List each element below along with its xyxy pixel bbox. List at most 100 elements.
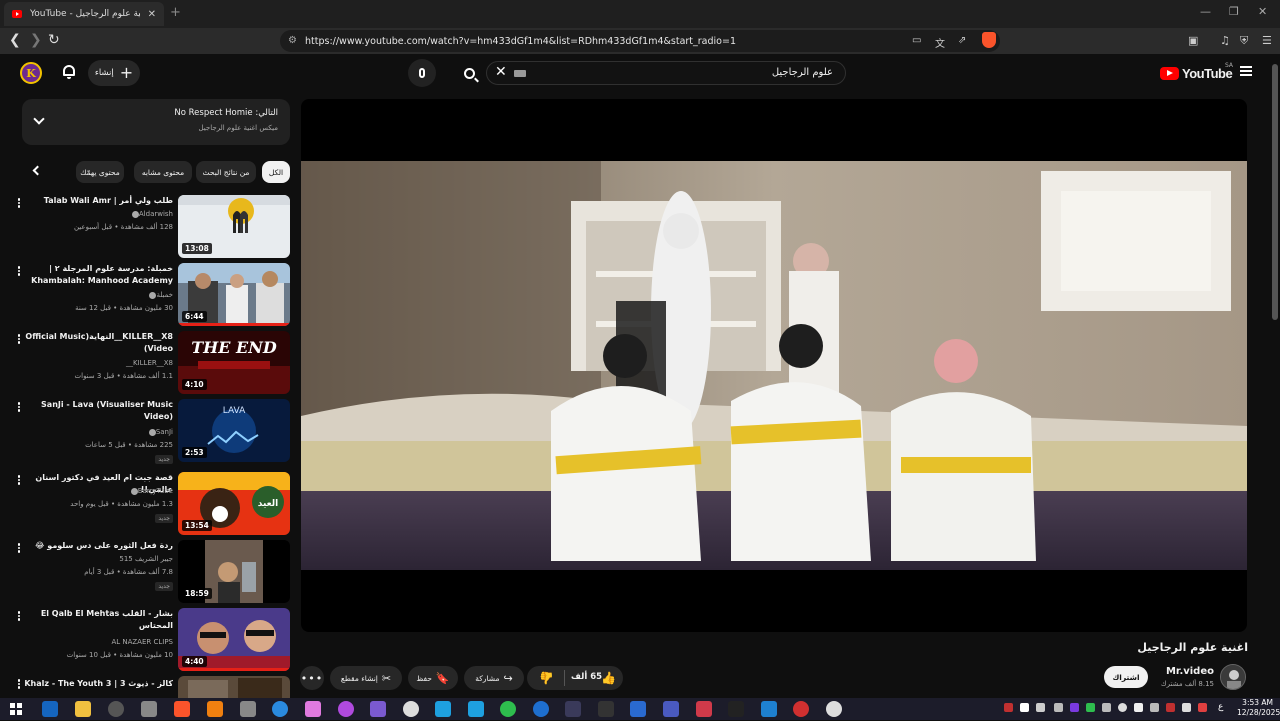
channel-avatar[interactable] <box>1220 664 1246 690</box>
more-actions-icon[interactable] <box>14 333 24 347</box>
more-actions-icon[interactable] <box>14 265 24 279</box>
brave-app-icon[interactable] <box>174 701 190 717</box>
channel-name[interactable]: جيبر الشريف 515 <box>119 555 173 563</box>
tray-app-icon[interactable] <box>1134 703 1143 712</box>
address-bar[interactable]: ⚙ https://www.youtube.com/watch?v=hm433d… <box>280 30 1000 52</box>
tab-close-icon[interactable]: ✕ <box>148 9 156 20</box>
dislike-button[interactable]: 👍 <box>539 671 554 685</box>
chip-related[interactable]: محتوى مشابه <box>134 161 192 183</box>
video-frame[interactable] <box>301 161 1247 570</box>
related-video-item[interactable]: LAVA 2:53 SanJi - Lava (Visualiser Music… <box>14 399 290 464</box>
start-windows-icon[interactable] <box>8 701 24 717</box>
related-video-item[interactable]: THE END 4:10 KILLER__X8__النهاية(Officia… <box>14 331 290 395</box>
chip-for-you[interactable]: محتوى يهمّك <box>76 161 124 183</box>
app-icon[interactable] <box>826 701 842 717</box>
video-thumbnail[interactable] <box>178 676 290 698</box>
more-actions-icon[interactable] <box>14 401 24 415</box>
more-actions-button[interactable]: ••• <box>300 666 324 690</box>
video-title[interactable]: طلب ولي أمر | Talab Wali Amr <box>23 195 173 207</box>
app-icon[interactable] <box>338 701 354 717</box>
close-window-button[interactable]: ✕ <box>1258 5 1267 18</box>
back-arrow-icon[interactable]: ❮ <box>9 32 21 48</box>
app-icon[interactable] <box>435 701 451 717</box>
clear-search-icon[interactable]: ✕ <box>495 64 507 80</box>
video-title[interactable]: KILLER__X8__النهاية(Official Music Video… <box>23 331 173 355</box>
app-icon[interactable] <box>403 701 419 717</box>
site-info-icon[interactable]: ⚙ <box>288 35 297 46</box>
guide-menu-icon[interactable] <box>1240 66 1252 76</box>
app-icon[interactable] <box>696 701 712 717</box>
like-icon[interactable]: 👍 <box>601 671 616 685</box>
clip-button[interactable]: إنشاء مقطع ✂ <box>330 666 402 690</box>
search-input[interactable]: علوم الرجاجيل <box>772 67 833 78</box>
tray-app-icon[interactable] <box>1086 703 1095 712</box>
restore-button[interactable]: ❐ <box>1229 5 1239 18</box>
headset-icon[interactable] <box>1054 703 1063 712</box>
voice-search-button[interactable] <box>408 59 436 87</box>
video-title[interactable]: خمبلة: مدرسة علوم المرجلة ٢ | Khambalah:… <box>23 263 173 289</box>
account-avatar[interactable]: K <box>20 62 42 84</box>
expand-chevron-icon[interactable] <box>33 113 45 125</box>
video-thumbnail[interactable]: 18:59 <box>178 540 290 603</box>
more-actions-icon[interactable] <box>14 542 24 556</box>
app-icon[interactable] <box>663 701 679 717</box>
search-box[interactable]: علوم الرجاجيل ✕ <box>486 61 846 85</box>
vlc-app-icon[interactable] <box>207 701 223 717</box>
channel-name[interactable]: BarryTube <box>129 487 173 495</box>
video-thumbnail[interactable]: 13:08 <box>178 195 290 258</box>
related-video-item[interactable]: العيد 13:54 قصة جبت ام العيد في دكتور اس… <box>14 472 290 536</box>
share-button[interactable]: مشاركة ↪ <box>464 666 524 690</box>
channel-name[interactable]: KILLER__X8__ <box>126 359 173 367</box>
video-thumbnail[interactable]: 6:44 <box>178 263 290 326</box>
app-icon[interactable] <box>761 701 777 717</box>
video-title[interactable]: كالز - ذيوث 3 | Khalz - The Youth 3 <box>23 678 173 690</box>
forward-arrow-icon[interactable]: ❯ <box>30 32 42 48</box>
tray-app-icon[interactable] <box>1198 703 1207 712</box>
app-icon[interactable] <box>272 701 288 717</box>
volume-icon[interactable] <box>1150 703 1159 712</box>
video-player[interactable] <box>301 99 1247 632</box>
sidebar-icon[interactable]: ▣ <box>1188 34 1198 47</box>
input-language[interactable]: ع <box>1218 702 1223 712</box>
app-icon[interactable] <box>468 701 484 717</box>
cast-icon[interactable]: ▭ <box>912 35 921 46</box>
page-scrollbar[interactable] <box>1270 54 1280 698</box>
app-icon[interactable] <box>728 701 744 717</box>
video-title[interactable]: SanJi - Lava (Visualiser Music Video) <box>23 399 173 423</box>
epic-games-icon[interactable] <box>598 701 614 717</box>
files-app-icon[interactable] <box>141 701 157 717</box>
brave-shields-icon[interactable] <box>982 32 996 48</box>
tray-app-icon[interactable] <box>1004 703 1013 712</box>
new-tab-button[interactable]: + <box>170 5 181 20</box>
create-button[interactable]: إنشاء + <box>88 60 140 86</box>
video-title[interactable]: بشار - القلب El Qalb El Mehtas المحتاس <box>23 608 173 632</box>
channel-name[interactable]: AL NAZAER CLIPS <box>111 638 173 646</box>
video-thumbnail[interactable]: LAVA 2:53 <box>178 399 290 462</box>
channel-name[interactable]: SanJi <box>147 428 173 436</box>
tray-app-icon[interactable] <box>1166 703 1175 712</box>
video-thumbnail[interactable]: THE END 4:10 <box>178 331 290 394</box>
related-video-item[interactable]: 4:40 بشار - القلب El Qalb El Mehtas المح… <box>14 608 290 672</box>
more-actions-icon[interactable] <box>14 474 24 488</box>
related-video-item[interactable]: 18:59 ردة فعل الثوره على دس سلومو 😂 جيبر… <box>14 540 290 604</box>
tray-app-icon[interactable] <box>1182 703 1191 712</box>
store-app-icon[interactable] <box>42 701 58 717</box>
more-actions-icon[interactable] <box>14 610 24 624</box>
steam-client-icon[interactable] <box>565 701 581 717</box>
subscribe-button[interactable]: اشتراك <box>1104 666 1148 688</box>
chips-prev-icon[interactable] <box>32 165 43 176</box>
more-actions-icon[interactable] <box>14 197 24 211</box>
whatsapp-app-icon[interactable] <box>500 701 516 717</box>
vpn-shield-icon[interactable]: ⛨ <box>1240 34 1248 48</box>
steam-app-icon[interactable] <box>108 701 124 717</box>
tray-app-icon[interactable] <box>1118 703 1127 712</box>
save-button[interactable]: حفظ 🔖 <box>408 666 458 690</box>
clock[interactable]: 3:53 AM 12/28/2025 <box>1237 698 1280 718</box>
keyboard-icon[interactable] <box>514 70 526 77</box>
mix-playlist-panel[interactable]: التالي: No Respect Homie ميكس اغنية علوم… <box>22 99 290 145</box>
video-thumbnail[interactable]: العيد 13:54 <box>178 472 290 535</box>
related-video-item[interactable]: 13:08 طلب ولي أمر | Talab Wali Amr Aldar… <box>14 195 290 259</box>
app-icon[interactable] <box>533 701 549 717</box>
minimize-button[interactable]: — <box>1200 5 1211 18</box>
translate-icon[interactable]: 文 <box>935 35 945 50</box>
